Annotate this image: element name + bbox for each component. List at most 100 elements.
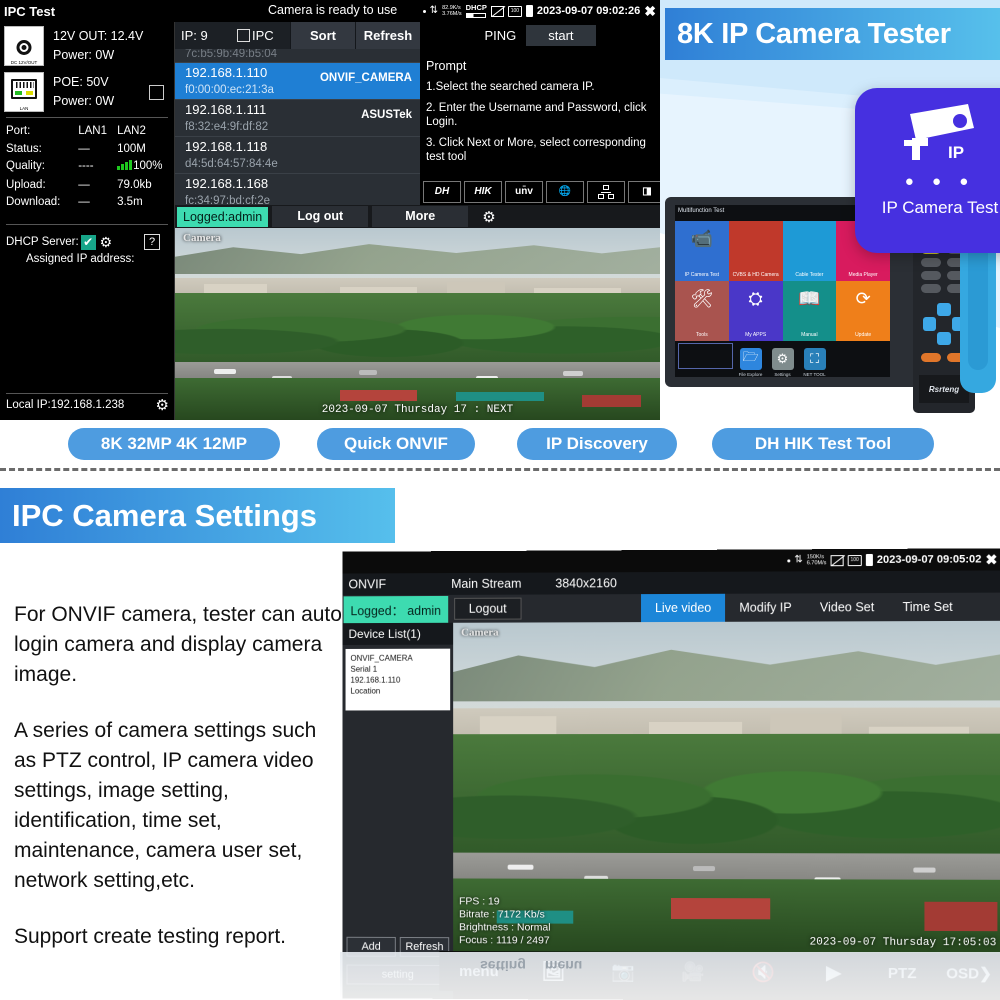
table-row: Quality: ---- 100% [6, 158, 168, 177]
vendor-name: ASUSTek [361, 109, 412, 121]
gear-icon[interactable]: ⚙ Settings [771, 348, 794, 377]
ping-label: PING [484, 28, 517, 43]
dc-readings: 12V OUT: 12.4V Power: 0W [53, 27, 143, 65]
brand-button-dh[interactable]: DH [423, 180, 461, 203]
battery-percent-icon: 100 [507, 5, 522, 17]
battery-icon [525, 5, 533, 17]
section-divider [0, 468, 1000, 471]
divider [6, 223, 168, 225]
top-statusbar: IPC Test Camera is ready to use ⇅ 82.9K/… [0, 0, 660, 22]
globe-icon[interactable]: 🌐 [546, 180, 584, 203]
footer-icon-label: Settings [774, 372, 791, 377]
no-display-icon [830, 554, 844, 566]
list-item[interactable]: 7c:b5:9b:49:b5:04 [175, 49, 420, 63]
dpad-icon[interactable] [923, 303, 965, 345]
refresh-button[interactable]: Refresh [355, 22, 420, 49]
device-ip: 192.168.1.110 [350, 675, 401, 685]
help-icon[interactable]: ? [144, 234, 160, 250]
logout-button[interactable]: Logout [453, 597, 522, 620]
tile-label: Manual [801, 332, 818, 338]
logout-button[interactable]: Log out [272, 206, 369, 227]
list-item[interactable]: 192.168.1.111 f8:32:e4:9f:df:82 ASUSTek [175, 100, 420, 137]
traffic-arrows-icon: ⇅ [429, 5, 439, 16]
ipc-test-screenshot: IPC Test Camera is ready to use ⇅ 82.9K/… [0, 0, 666, 420]
ipc-checkbox[interactable] [237, 29, 250, 42]
rate-up: 150K/s [806, 553, 824, 561]
ip-address: 192.168.1.168 [185, 176, 269, 191]
list-item[interactable]: ONVIF_CAMERA Serial 1 192.168.1.110 Loca… [345, 648, 451, 711]
gear-icon[interactable]: ⚙ [482, 208, 495, 226]
brand-button-unv[interactable]: un̄v [505, 180, 543, 203]
list-item[interactable]: 192.168.1.118 d4:5d:64:57:84:4e [175, 137, 420, 174]
network-icon[interactable]: ⛶ NET TOOL [803, 348, 826, 377]
dots-icon: ● ● ● [904, 173, 976, 190]
folder-icon[interactable]: 🗁 File Explore [739, 348, 762, 377]
onvif-toolbar: Logged： admin Logout Live video Modify I… [342, 592, 1000, 624]
dc-icon-label: DC 12V/OUT [10, 60, 38, 65]
dot-icon [787, 558, 791, 562]
list-item[interactable]: 192.168.1.168 fc:34:97:bd:cf:2e [175, 174, 420, 205]
tile-cable-tester[interactable]: Cable Tester [782, 221, 837, 281]
device-label: IPC Tester [707, 394, 761, 406]
close-icon[interactable]: ✖ [985, 551, 997, 568]
onvif-live-video[interactable]: Camera FPS : 19 Bitrate : 7172 Kb/s Brig… [453, 620, 1000, 954]
row-label: Status: [6, 142, 42, 155]
osd-bitrate: Bitrate : 7172 Kb/s [459, 908, 545, 921]
row-lan2: 100M [117, 142, 146, 155]
col-lan1: LAN1 [78, 125, 107, 137]
table-row: Upload: — 79.0kb [6, 177, 168, 195]
pill-dh-hik-test-tool[interactable]: DH HIK Test Tool [712, 428, 934, 460]
more-button[interactable]: More [372, 206, 469, 227]
camera-watermark: Camera [183, 232, 221, 244]
prompt-line: 2. Enter the Username and Password, clic… [426, 102, 647, 128]
net-icon[interactable] [587, 180, 625, 203]
ping-start-button[interactable]: start [526, 25, 596, 46]
sort-button[interactable]: Sort [290, 22, 355, 49]
section-title: IPC Camera Settings [0, 488, 395, 543]
divider [6, 117, 168, 118]
pill-quick-onvif[interactable]: Quick ONVIF [317, 428, 475, 460]
ip-camera-test-popup[interactable]: IP ● ● ● IP Camera Test [855, 88, 1000, 253]
traffic-rate: 82.9K/s 3.76M/s [442, 5, 462, 18]
device-footer-icons: 🗁 File Explore ⚙ Settings ⛶ NET TOOL [675, 341, 890, 377]
dhcp-checkbox[interactable]: ✔ [80, 234, 96, 250]
dot-icon [422, 9, 426, 13]
lan-icon: LAN [4, 72, 44, 112]
tab-time-set[interactable]: Time Set [888, 593, 966, 621]
signal-bars-icon [117, 159, 133, 177]
device-screen-header: Multifunction Test [678, 208, 725, 214]
tile-manual[interactable]: 📖 Manual [782, 281, 837, 341]
pill-8k-32mp[interactable]: 8K 32MP 4K 12MP [68, 428, 280, 460]
row-lan2: 3.5m [117, 196, 143, 208]
gear-icon[interactable]: ⚙ [100, 234, 113, 251]
book-icon: 📖 [798, 288, 821, 309]
tile-cvbs-hd-camera[interactable]: CVBS & HD Camera [728, 221, 783, 281]
onvif-screenshot: ⇅ 150K/s 6.70M/s 100 2023-09-07 09:05:02… [342, 548, 1000, 1000]
col-port: Port: [6, 125, 31, 137]
tile-update[interactable]: ⟳ Update [836, 281, 890, 341]
tab-video-set[interactable]: Video Set [806, 593, 889, 621]
video-timestamp: 2023-09-07 Thursday 17 : NEXT [321, 404, 514, 416]
dhcp-icon-bar [465, 12, 486, 18]
reflection-menu-text: menu [545, 958, 583, 974]
live-video-preview[interactable]: Camera 2023-09-07 Thursday 17 : NEXT [175, 228, 660, 420]
status-badge: Logged： admin [343, 595, 448, 623]
list-item[interactable]: 192.168.1.110 f0:00:00:ec:21:3a ONVIF_CA… [175, 63, 420, 100]
tile-ip-camera-test[interactable]: 📹 IP Camera Test [675, 221, 729, 281]
rate-down: 6.70M/s [806, 560, 827, 567]
tab-live-video[interactable]: Live video [640, 593, 726, 623]
dc-power-value: Power: 0W [53, 48, 115, 62]
tile-my-apps[interactable]: ⛭ My APPS [728, 281, 783, 341]
brand-button-hik[interactable]: HIK [464, 180, 502, 203]
pill-ip-discovery[interactable]: IP Discovery [517, 428, 677, 460]
refresh-icon: ⟳ [855, 288, 871, 309]
ip-row-list[interactable]: 7c:b5:9b:49:b5:04 192.168.1.110 f0:00:00… [175, 49, 420, 205]
row-label: Download: [6, 196, 61, 208]
poe-checkbox[interactable] [149, 84, 164, 100]
cctv-camera-icon: IP [904, 104, 974, 162]
close-icon[interactable]: ✖ [644, 3, 656, 20]
tile-tools[interactable]: 🛠 Tools [675, 281, 729, 341]
settings-gear-icon[interactable]: ⚙ [156, 396, 169, 414]
mac-address: fc:34:97:bd:cf:2e [185, 195, 271, 205]
tab-modify-ip[interactable]: Modify IP [725, 593, 805, 621]
